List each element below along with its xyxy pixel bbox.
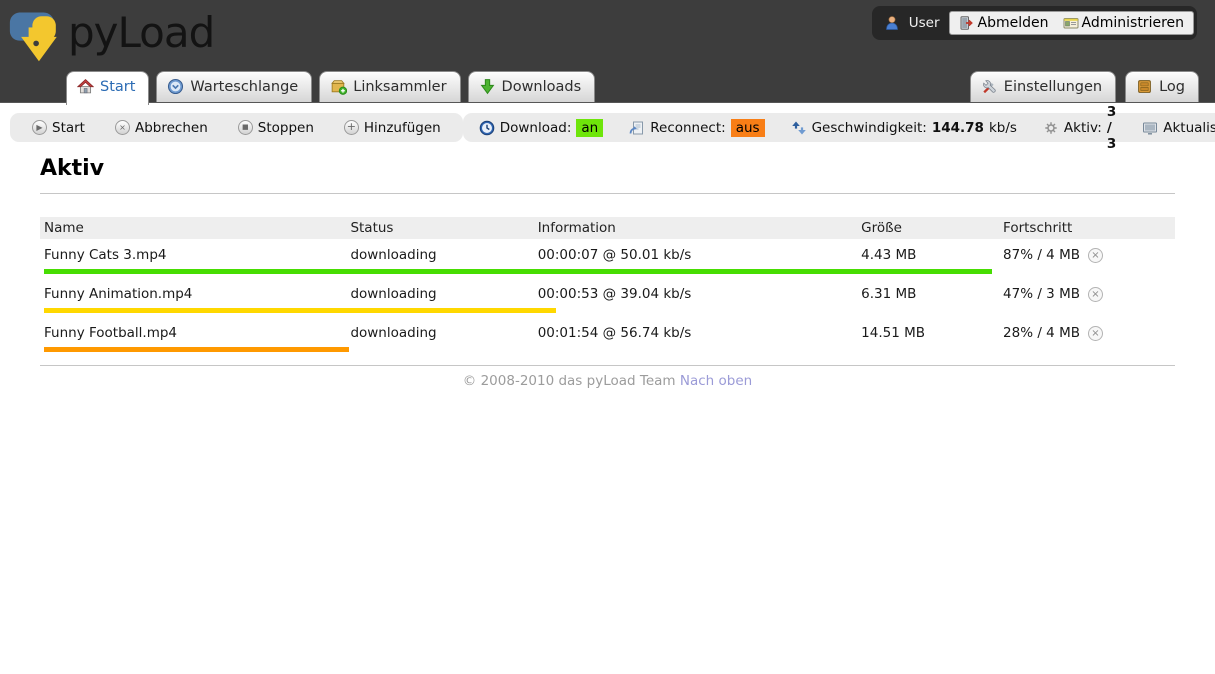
log-drawer-icon <box>1136 78 1153 95</box>
cancel-download-icon[interactable]: × <box>1088 287 1103 302</box>
file-status: downloading <box>346 247 533 263</box>
table-row: Funny Animation.mp4 downloading 00:00:53… <box>40 278 1175 317</box>
page-title: Aktiv <box>40 156 1175 194</box>
file-name: Funny Animation.mp4 <box>40 286 346 302</box>
reconnect-state[interactable]: Reconnect: aus <box>629 119 764 137</box>
tab-warteschlange[interactable]: Warteschlange <box>156 71 312 102</box>
tab-log[interactable]: Log <box>1125 71 1199 102</box>
tab-linksammler[interactable]: Linksammler <box>319 71 460 102</box>
bars-row: ▶ Start × Abbrechen ■ Stoppen + Hinzufüg… <box>10 113 1205 142</box>
add-button[interactable]: + Hinzufügen <box>344 120 441 136</box>
app-title: pyLoad <box>68 8 214 57</box>
speed-status: Geschwindigkeit: 144.78 kb/s <box>791 120 1017 136</box>
progress-label: 87% / 4 MB <box>1003 247 1080 263</box>
col-size: Größe <box>857 220 999 236</box>
table-header: Name Status Information Größe Fortschrit… <box>40 217 1175 239</box>
main-tabs: Start Warteschlange Linksammler Downlo <box>66 71 595 102</box>
file-information: 00:00:07 @ 50.01 kb/s <box>534 247 857 263</box>
progress-label: 47% / 3 MB <box>1003 286 1080 302</box>
file-status: downloading <box>346 325 533 341</box>
clock-icon <box>479 120 495 136</box>
progress-label: 28% / 4 MB <box>1003 325 1080 341</box>
stop-button[interactable]: ■ Stoppen <box>238 120 314 136</box>
collector-package-icon <box>330 78 347 95</box>
main-content: Aktiv Name Status Information Größe Fort… <box>40 156 1175 389</box>
command-bar: ▶ Start × Abbrechen ■ Stoppen + Hinzufüg… <box>10 113 463 142</box>
active-count: 3 / 3 <box>1107 104 1116 152</box>
speed-value: 144.78 <box>932 120 984 136</box>
gear-icon <box>1043 120 1059 136</box>
active-status: Aktiv: 3 / 3 <box>1043 104 1116 152</box>
secondary-tabs: Einstellungen Log <box>970 71 1199 102</box>
administrate-button[interactable]: Administrieren <box>1063 15 1184 31</box>
tab-start[interactable]: Start <box>66 71 149 105</box>
file-name: Funny Football.mp4 <box>40 325 346 341</box>
back-to-top-link[interactable]: Nach oben <box>680 373 752 389</box>
cancel-circle-icon: × <box>115 120 130 135</box>
app-header: pyLoad User Abmelden <box>0 0 1215 103</box>
col-progress: Fortschritt <box>999 220 1175 236</box>
download-arrow-icon <box>479 78 496 95</box>
col-name: Name <box>40 220 346 236</box>
file-information: 00:01:54 @ 56.74 kb/s <box>534 325 857 341</box>
file-size: 4.43 MB <box>857 247 999 263</box>
user-icon <box>884 15 900 31</box>
table-row: Funny Football.mp4 downloading 00:01:54 … <box>40 317 1175 356</box>
refresh-monitor-icon <box>1142 120 1158 136</box>
speed-arrows-icon <box>791 120 807 136</box>
username: User <box>909 15 940 31</box>
cancel-download-icon[interactable]: × <box>1088 326 1103 341</box>
reconnect-state-badge: aus <box>731 119 765 137</box>
play-icon: ▶ <box>32 120 47 135</box>
add-icon: + <box>344 120 359 135</box>
download-state-badge: an <box>576 119 603 137</box>
tab-einstellungen[interactable]: Einstellungen <box>970 71 1116 102</box>
session-buttons: Abmelden Administrieren <box>949 11 1194 35</box>
progress-bar <box>44 347 1134 352</box>
pyload-logo-icon <box>8 2 68 66</box>
col-information: Information <box>534 220 857 236</box>
stop-icon: ■ <box>238 120 253 135</box>
reconnect-icon <box>629 120 645 136</box>
page-footer: © 2008-2010 das pyLoad Team Nach oben <box>40 365 1175 389</box>
tab-downloads[interactable]: Downloads <box>468 71 596 102</box>
home-icon <box>77 78 94 95</box>
cancel-button[interactable]: × Abbrechen <box>115 120 208 136</box>
progress-bar <box>44 269 1134 274</box>
settings-tools-icon <box>981 78 998 95</box>
copyright-text: © 2008-2010 das pyLoad Team <box>463 373 676 389</box>
logout-icon <box>959 15 975 31</box>
logout-button[interactable]: Abmelden <box>959 15 1049 31</box>
app-logo: pyLoad <box>8 2 214 66</box>
start-queue-button[interactable]: ▶ Start <box>32 120 85 136</box>
speed-unit: kb/s <box>989 120 1017 136</box>
admin-card-icon <box>1063 15 1079 31</box>
status-bar: Download: an Reconnect: aus Geschwindigk… <box>463 113 1215 142</box>
user-box: User Abmelden Administrieren <box>872 6 1197 40</box>
refresh-button[interactable]: Aktualisieren <box>1142 120 1215 136</box>
queue-clock-icon <box>167 78 184 95</box>
file-status: downloading <box>346 286 533 302</box>
file-information: 00:00:53 @ 39.04 kb/s <box>534 286 857 302</box>
file-name: Funny Cats 3.mp4 <box>40 247 346 263</box>
col-status: Status <box>346 220 533 236</box>
progress-bar <box>44 308 1134 313</box>
file-size: 14.51 MB <box>857 325 999 341</box>
cancel-download-icon[interactable]: × <box>1088 248 1103 263</box>
download-state[interactable]: Download: an <box>479 119 604 137</box>
downloads-table: Name Status Information Größe Fortschrit… <box>40 217 1175 356</box>
file-size: 6.31 MB <box>857 286 999 302</box>
table-row: Funny Cats 3.mp4 downloading 00:00:07 @ … <box>40 239 1175 278</box>
